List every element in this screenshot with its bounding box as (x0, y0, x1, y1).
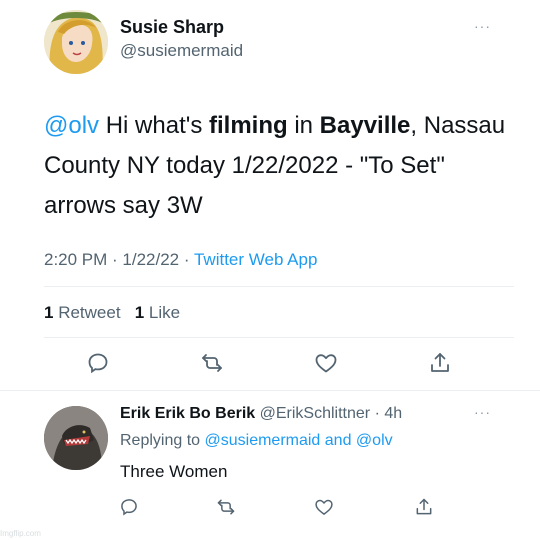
watermark: Imgflip.com (0, 529, 41, 538)
share-icon[interactable] (425, 348, 455, 378)
reply-header: Erik Erik Bo Berik @ErikSchlittner · 4h (120, 404, 402, 424)
tweet-time[interactable]: 2:20 PM (44, 250, 107, 269)
tweet-text-part: in (287, 112, 320, 139)
reply-author-avatar[interactable] (44, 406, 108, 470)
replying-and: and (320, 432, 356, 449)
reply-time[interactable]: · 4h (375, 405, 403, 422)
likes-stat[interactable]: 1 Like (135, 303, 180, 322)
author-handle[interactable]: @susiemermaid (120, 40, 243, 62)
like-icon[interactable] (311, 348, 341, 378)
divider (0, 390, 540, 391)
divider (44, 286, 514, 287)
tweet-text: @olv Hi what's filming in Bayville, Nass… (44, 106, 514, 226)
tweet-meta: 2:20 PM · 1/22/22 · Twitter Web App (44, 248, 317, 272)
meta-separator: · (107, 250, 123, 269)
reply-icon[interactable] (114, 492, 144, 522)
tweet-text-bold: Bayville (319, 112, 411, 139)
reply-author-handle[interactable]: @ErikSchlittner (260, 405, 371, 422)
reply-more-options-icon[interactable]: ··· (474, 404, 491, 420)
divider (44, 337, 514, 338)
retweets-label: Retweet (53, 303, 121, 322)
more-options-icon[interactable]: ··· (474, 18, 491, 34)
likes-count: 1 (134, 303, 145, 322)
author-avatar[interactable] (44, 10, 108, 74)
tweet-text-part: Hi what's (99, 112, 209, 139)
retweet-icon[interactable] (211, 492, 241, 522)
retweets-stat[interactable]: 1 Retweet (44, 303, 121, 322)
share-icon[interactable] (409, 492, 439, 522)
reply-author-name[interactable]: Erik Erik Bo Berik (120, 405, 255, 422)
like-icon[interactable] (309, 492, 339, 522)
retweet-icon[interactable] (197, 348, 227, 378)
meta-separator: · (179, 250, 194, 269)
tweet-text-bold: filming (209, 112, 288, 139)
mention-link[interactable]: @olv (44, 112, 99, 139)
author-name[interactable]: Susie Sharp (120, 16, 224, 38)
replying-to: Replying to @susiemermaid and @olv (120, 430, 393, 452)
reply-icon[interactable] (83, 348, 113, 378)
replying-user-link[interactable]: @susiemermaid (205, 432, 321, 449)
tweet-stats: 1 Retweet 1 Like (44, 302, 180, 324)
replying-prefix: Replying to (120, 432, 205, 449)
tweet-source-link[interactable]: Twitter Web App (194, 250, 317, 269)
reply-text: Three Women (120, 462, 228, 481)
likes-label: Like (144, 303, 181, 322)
replying-user-link[interactable]: @olv (356, 432, 393, 449)
tweet-date[interactable]: 1/22/22 (122, 250, 179, 269)
